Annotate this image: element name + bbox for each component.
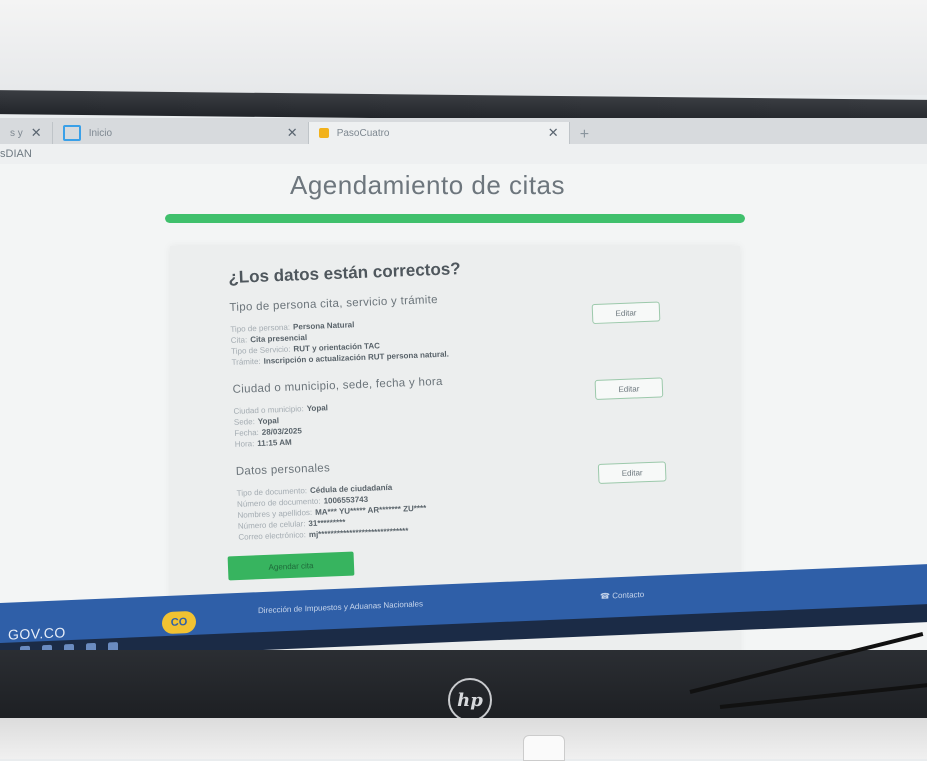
section-service: Tipo de persona cita, servicio y trámite…: [229, 284, 701, 368]
close-icon[interactable]: ✕: [287, 125, 298, 141]
tab-inicio[interactable]: Inicio ✕: [53, 122, 309, 144]
section-personal: Datos personales Tipo de documento: Cédul…: [236, 448, 709, 543]
edit-service-button[interactable]: Editar: [591, 301, 661, 325]
document-icon: [62, 125, 81, 141]
page-title: Agendamiento de citas: [290, 170, 566, 200]
tab-label: s y: [10, 127, 23, 139]
co-badge: CO: [162, 610, 196, 635]
monitor-screen: s y ✕ Inicio ✕ PasoCuatro ✕ + sDIAN Agen…: [0, 118, 927, 658]
edit-location-button[interactable]: Editar: [594, 377, 664, 400]
address-bar[interactable]: sDIAN: [0, 144, 927, 164]
favicon-icon: [318, 128, 329, 138]
plug: [523, 735, 565, 761]
section-location: Ciudad o municipio, sede, fecha y hora C…: [232, 366, 704, 450]
background-wall: [0, 0, 927, 95]
edit-personal-button[interactable]: Editar: [597, 461, 667, 484]
address-text: sDIAN: [0, 148, 32, 160]
close-icon[interactable]: ✕: [31, 125, 42, 141]
close-icon[interactable]: ✕: [548, 125, 559, 141]
progress-fill: [165, 214, 745, 223]
entity-name: Dirección de Impuestos y Aduanas Naciona…: [258, 599, 423, 616]
tab-previous[interactable]: s y ✕: [0, 122, 53, 144]
confirmation-question: ¿Los datos están correctos?: [228, 259, 461, 287]
new-tab-icon[interactable]: +: [570, 126, 599, 144]
browser-tab-bar: s y ✕ Inicio ✕ PasoCuatro ✕ +: [0, 118, 927, 144]
tab-label: Inicio: [88, 127, 113, 139]
contact-link[interactable]: ☎ Contacto: [600, 590, 644, 601]
progress-bar: [165, 214, 745, 223]
card-content: ¿Los datos están correctos? Tipo de pers…: [228, 250, 709, 559]
schedule-appointment-button[interactable]: Agendar cita: [227, 551, 355, 581]
tab-label: PasoCuatro: [336, 127, 390, 139]
desk-surface: [0, 718, 927, 759]
hp-logo: hp: [448, 678, 492, 722]
tab-pasocuatro[interactable]: PasoCuatro ✕: [308, 122, 570, 144]
